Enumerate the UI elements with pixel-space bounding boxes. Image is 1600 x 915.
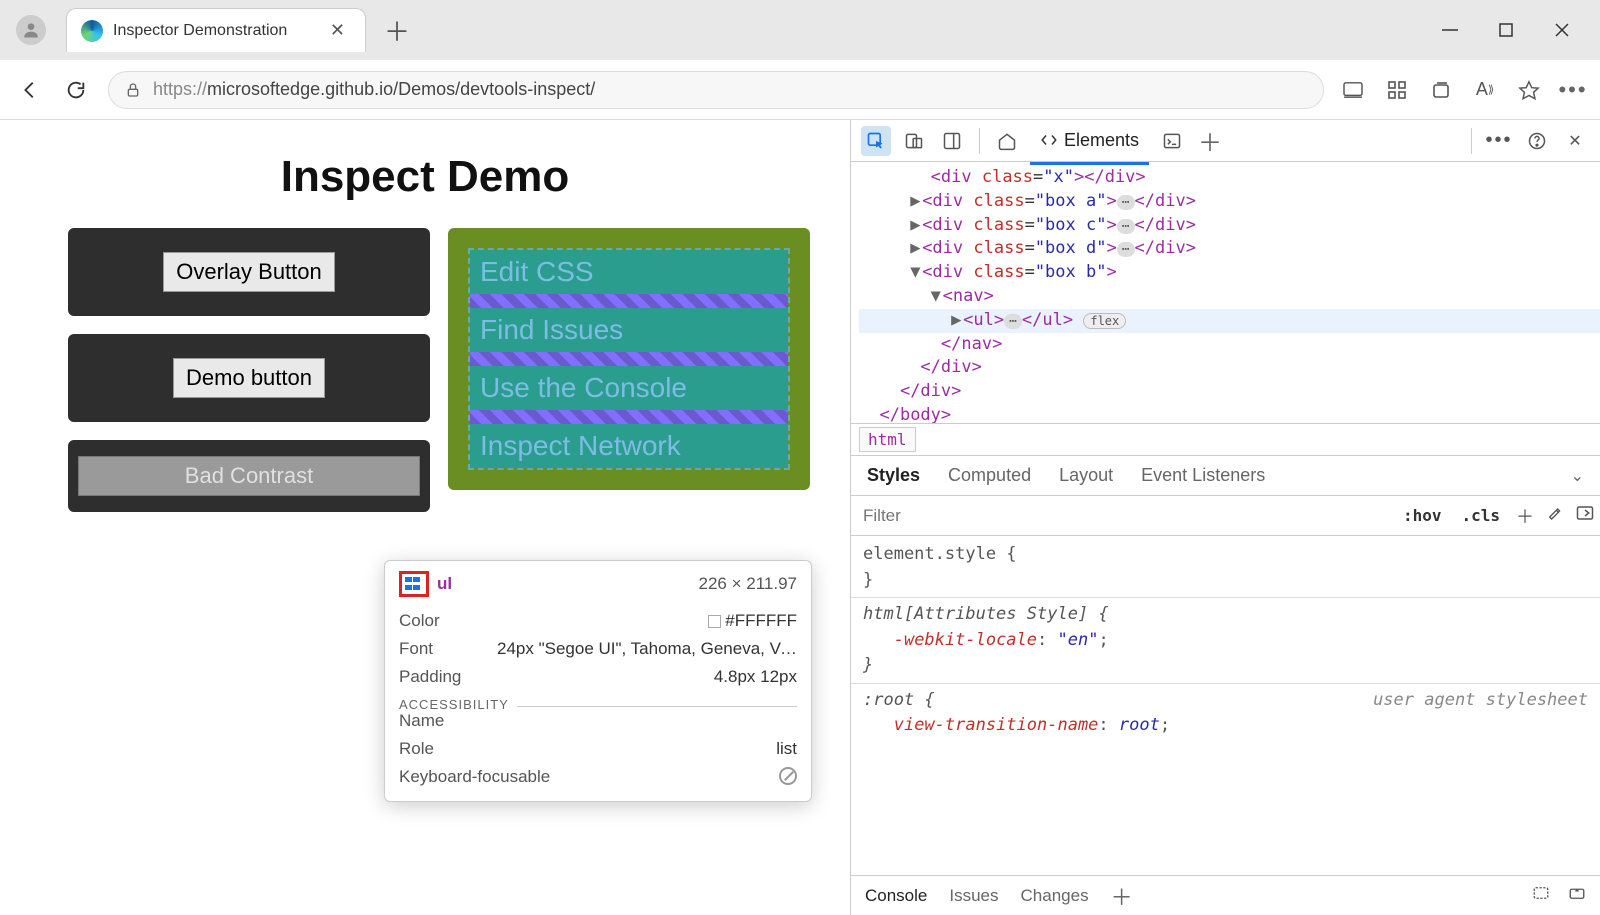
styles-filter-input[interactable] [851,506,1393,526]
nav-item[interactable]: Inspect Network [470,424,788,468]
window-minimize-button[interactable] [1440,20,1460,40]
page-heading: Inspect Demo [0,152,850,202]
page-viewport: Inspect Demo Overlay Button Demo button … [0,120,851,915]
tab-close-button[interactable]: ✕ [324,18,351,43]
tooltip-row-label: Keyboard-focusable [399,767,550,787]
tooltip-row-label: Color [399,611,440,631]
tab-computed[interactable]: Computed [948,465,1031,486]
drawer-tab-console[interactable]: Console [865,886,927,906]
tooltip-row-value: 24px "Segoe UI", Tahoma, Geneva, Verda..… [497,639,797,659]
browser-tab[interactable]: Inspector Demonstration ✕ [66,8,366,52]
tooltip-row-value: #FFFFFF [708,611,797,631]
not-focusable-icon [779,767,797,785]
dom-node[interactable]: ▶<div class="box a">⋯</div> [859,190,1600,214]
dom-node[interactable]: </div> [859,356,1600,380]
hov-toggle[interactable]: :hov [1393,506,1452,525]
dom-node[interactable]: </div> [859,380,1600,404]
dom-node[interactable]: </body> [859,404,1600,424]
tooltip-row-label: Font [399,639,433,659]
drawer-action-icon[interactable] [1532,885,1550,906]
demo-button[interactable]: Demo button [173,358,325,398]
edge-logo-icon [81,20,103,42]
bad-contrast-button[interactable]: Bad Contrast [78,456,420,496]
expand-tabs-icon[interactable]: ⌄ [1571,466,1584,486]
overlay-button[interactable]: Overlay Button [163,252,335,292]
read-aloud-icon[interactable]: A⟫ [1474,79,1496,101]
grid-icon[interactable] [1386,79,1408,101]
dom-tree[interactable]: <div class="x"></div> ▶<div class="box a… [851,162,1600,424]
computed-toggle-icon[interactable] [1570,505,1600,526]
nav-item[interactable]: Find Issues [470,308,788,352]
demo-box-demo: Demo button [68,334,430,422]
dom-node[interactable]: ▼<div class="box b"> [859,261,1600,285]
dom-node[interactable]: ▶<div class="box d">⋯</div> [859,237,1600,261]
dom-node[interactable]: ▶<div class="box c">⋯</div> [859,214,1600,238]
tab-layout[interactable]: Layout [1059,465,1113,486]
nav-margin-overlay [470,294,788,308]
drawer-tab-changes[interactable]: Changes [1021,886,1089,906]
drawer-tab-issues[interactable]: Issues [949,886,998,906]
devtools-help-button[interactable] [1522,126,1552,156]
tooltip-row-value: 4.8px 12px [714,667,797,687]
tab-event-listeners[interactable]: Event Listeners [1141,465,1265,486]
dom-node[interactable]: ▼<nav> [859,285,1600,309]
dom-node-selected[interactable]: ▶<ul>⋯</ul> flex [859,309,1600,333]
demo-box-bad-contrast: Bad Contrast [68,440,430,512]
tooltip-element-name: ul [437,574,452,594]
add-tab-button[interactable]: ＋ [1195,126,1225,156]
styles-rules[interactable]: element.style { } html[Attributes Style]… [851,536,1600,875]
dom-node[interactable]: <div class="x"></div> [859,166,1600,190]
drawer-expand-icon[interactable] [1568,885,1586,906]
tooltip-row-label: Name [399,711,444,731]
flex-badge-icon [399,571,429,597]
nav-list-highlighted-ul[interactable]: Edit CSS Find Issues Use the Console Ins… [468,248,790,470]
dock-side-button[interactable] [937,126,967,156]
device-toolbar-button[interactable] [899,126,929,156]
screen-icon[interactable] [1342,79,1364,101]
window-close-button[interactable] [1552,20,1572,40]
welcome-tab-icon[interactable] [992,126,1022,156]
new-rule-button[interactable]: ＋ [1510,503,1540,529]
devtools-close-button[interactable]: ✕ [1560,126,1590,156]
tab-title: Inspector Demonstration [113,22,314,40]
tooltip-row-label: Role [399,739,434,759]
favorites-icon[interactable] [1518,79,1540,101]
inspect-tooltip: ul 226 × 211.97 Color #FFFFFF Font 24px "S… [384,560,812,802]
paintbrush-icon[interactable] [1540,505,1570,526]
nav-margin-overlay [470,352,788,366]
address-url: https://microsoftedge.github.io/Demos/de… [153,79,595,100]
more-menu-button[interactable]: ••• [1562,79,1584,101]
cls-toggle[interactable]: .cls [1451,506,1510,525]
nav-item[interactable]: Use the Console [470,366,788,410]
dom-node[interactable]: </nav> [859,333,1600,357]
collections-icon[interactable] [1430,79,1452,101]
back-button[interactable] [16,76,44,104]
tooltip-row-label: Padding [399,667,461,687]
profile-avatar[interactable] [16,15,46,45]
nav-margin-overlay [470,410,788,424]
lock-icon [125,82,141,98]
address-bar[interactable]: https://microsoftedge.github.io/Demos/de… [108,71,1324,109]
tab-styles[interactable]: Styles [867,465,920,486]
inspect-element-button[interactable] [861,126,891,156]
window-maximize-button[interactable] [1496,20,1516,40]
devtools-panel: Elements ＋ ••• ✕ <div class="x"></div> ▶… [851,120,1600,915]
tooltip-row-value: list [776,739,797,759]
tooltip-dimensions: 226 × 211.97 [699,574,797,594]
nav-item[interactable]: Edit CSS [470,250,788,294]
tab-elements[interactable]: Elements [1030,124,1149,157]
breadcrumb-node[interactable]: html [859,427,916,452]
demo-box-overlay: Overlay Button [68,228,430,316]
new-tab-button[interactable]: ＋ [384,12,410,49]
nav-box: Edit CSS Find Issues Use the Console Ins… [448,228,810,490]
devtools-more-button[interactable]: ••• [1484,126,1514,156]
console-drawer-icon[interactable] [1157,126,1187,156]
refresh-button[interactable] [62,76,90,104]
drawer-add-tab[interactable]: ＋ [1111,880,1133,912]
